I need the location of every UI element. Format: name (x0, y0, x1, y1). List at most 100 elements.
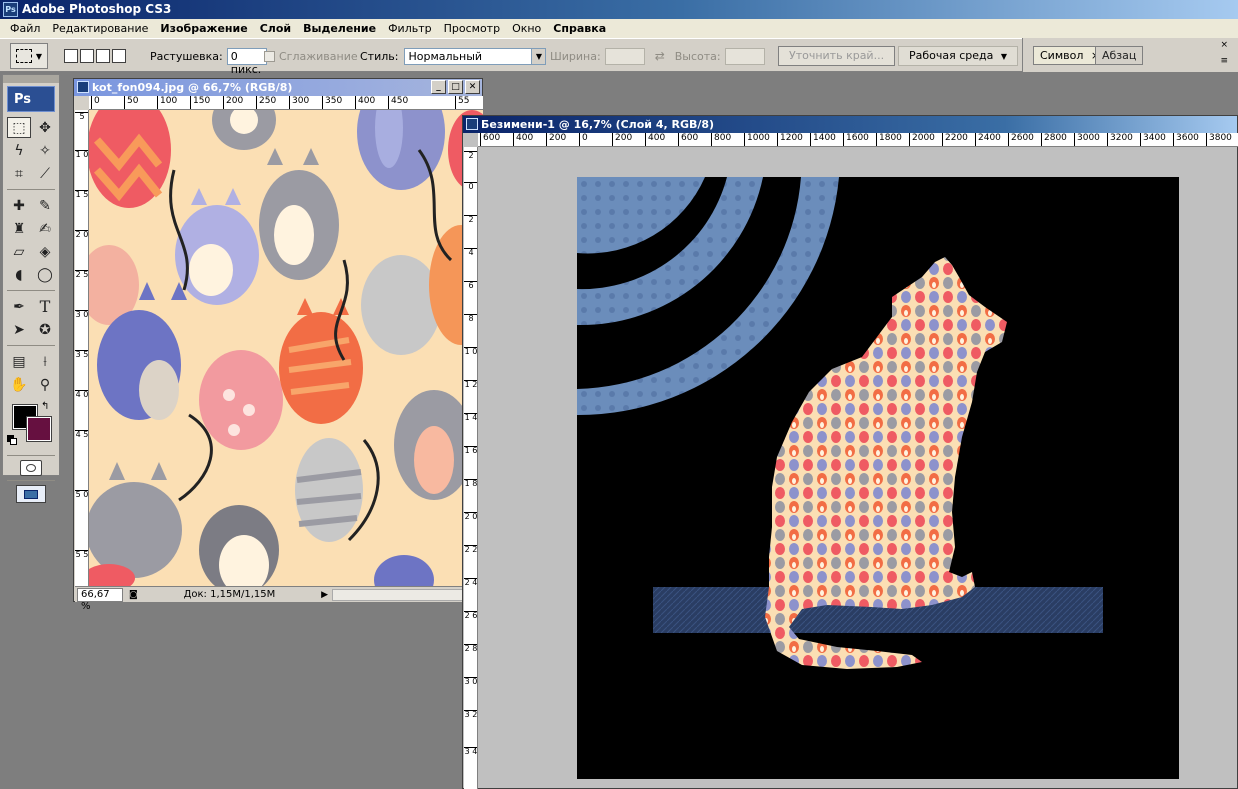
close-icon[interactable]: ✕ (465, 80, 480, 94)
ruler-label: 1200 (777, 133, 803, 146)
hand-tool-icon[interactable]: ✋ (7, 374, 31, 395)
ruler-label: 0 (579, 133, 588, 146)
ruler-label: 4 0 (75, 390, 89, 399)
blur-tool-icon[interactable]: ◖ (7, 264, 31, 285)
quick-mask-icon[interactable] (20, 460, 42, 476)
menu-help[interactable]: Справка (547, 22, 612, 35)
ruler-label: 1000 (744, 133, 770, 146)
composition-artwork (577, 177, 1103, 669)
ruler-label: 5 (75, 112, 88, 121)
toolbox-grip[interactable] (3, 75, 59, 83)
document-info: Док: 1,15M/1,15M (183, 589, 276, 600)
menu-edit[interactable]: Редактирование (46, 22, 154, 35)
status-menu-icon[interactable]: ◙ (129, 590, 138, 600)
brush-tool-icon[interactable]: ✎ (33, 195, 57, 216)
palette-menu-icon[interactable]: ≡ (1220, 56, 1228, 66)
horizontal-scrollbar[interactable] (332, 588, 482, 601)
close-palette-icon[interactable]: × (1220, 40, 1228, 50)
move-tool-icon[interactable]: ✥ (33, 117, 57, 138)
ruler-label: 5 5 (75, 550, 89, 559)
menu-bar: Файл Редактирование Изображение Слой Выд… (0, 19, 1238, 38)
refine-edge-button[interactable]: Уточнить край... (778, 46, 896, 66)
ruler-label: 400 (513, 133, 533, 146)
lasso-tool-icon[interactable]: ϟ (7, 140, 31, 161)
menu-select[interactable]: Выделение (297, 22, 382, 35)
ruler-label: 600 (678, 133, 698, 146)
subtract-selection-icon[interactable] (96, 49, 110, 63)
zoom-tool-icon[interactable]: ⚲ (33, 374, 57, 395)
feather-input[interactable]: 0 пикс. (226, 47, 267, 76)
shape-tool-icon[interactable]: ✪ (33, 319, 57, 340)
document-title: kot_fon094.jpg @ 66,7% (RGB/8) (92, 81, 293, 94)
app-title-bar: Ps Adobe Photoshop CS3 (0, 0, 1238, 19)
antialias-label: Сглаживание (279, 49, 358, 63)
ps-logo: Ps (7, 86, 55, 112)
menu-layer[interactable]: Слой (254, 22, 297, 35)
menu-file[interactable]: Файл (4, 22, 46, 35)
tool-separator (7, 455, 55, 456)
menu-image[interactable]: Изображение (154, 22, 253, 35)
pen-tool-icon[interactable]: ✒ (7, 296, 31, 317)
workspace-menu[interactable]: Рабочая среда ▼ (898, 46, 1019, 66)
document-icon (77, 81, 89, 93)
ruler-label: 2 0 (75, 230, 89, 239)
toolbox: Ps ⬚ ✥ ϟ ✧ ⌗ ⟋ ✚ ✎ ♜ ✍ ▱ ◈ ◖ ◯ ✒ T ➤ ✪ ▤… (2, 74, 60, 503)
options-bar: ▼ Растушевка: 0 пикс. Сглаживание Стиль:… (0, 38, 1022, 76)
document-status-bar: 66,67 % ◙ Док: 1,15M/1,15M ▶ (75, 586, 482, 612)
tab-paragraph[interactable]: Абзац (1095, 46, 1144, 65)
ruler-label: 3 5 (75, 350, 89, 359)
width-label: Ширина: (550, 49, 601, 63)
swap-dimensions-icon[interactable]: ⇄ (655, 49, 665, 63)
type-tool-icon[interactable]: T (33, 296, 57, 317)
add-selection-icon[interactable] (80, 49, 94, 63)
ruler-label: 3200 (1107, 133, 1133, 146)
width-input[interactable] (604, 47, 645, 65)
healing-brush-icon[interactable]: ✚ (7, 195, 31, 216)
style-select[interactable]: Нормальный ▼ (404, 47, 547, 65)
magic-wand-icon[interactable]: ✧ (33, 140, 57, 161)
ruler-label: 6 (464, 281, 477, 290)
maximize-icon[interactable]: □ (448, 80, 463, 94)
swap-colors-icon[interactable]: ↰ (41, 401, 49, 412)
minimize-icon[interactable]: _ (431, 80, 446, 94)
menu-view[interactable]: Просмотр (438, 22, 506, 35)
new-selection-icon[interactable] (64, 49, 78, 63)
document-title: Безимени-1 @ 16,7% (Слой 4, RGB/8) (481, 118, 715, 131)
background-color[interactable] (26, 416, 52, 442)
eyedropper-icon[interactable]: ⟊ (33, 351, 57, 372)
eraser-tool-icon[interactable]: ▱ (7, 241, 31, 262)
composition-canvas[interactable] (577, 177, 1179, 779)
app-title: Adobe Photoshop CS3 (22, 2, 172, 16)
dodge-tool-icon[interactable]: ◯ (33, 264, 57, 285)
zoom-field[interactable]: 66,67 % (77, 587, 123, 612)
ruler-label: 3 0 (75, 310, 89, 319)
marquee-tool-icon[interactable]: ⬚ (7, 117, 31, 138)
ruler-label: 3800 (1206, 133, 1232, 146)
rectangular-marquee-icon (15, 49, 32, 63)
paint-bucket-icon[interactable]: ◈ (33, 241, 57, 262)
ruler-label: 2 8 (464, 644, 478, 653)
ruler-label: 100 (157, 96, 177, 109)
status-arrow-icon[interactable]: ▶ (321, 590, 328, 600)
path-selection-icon[interactable]: ➤ (7, 319, 31, 340)
antialias-checkbox[interactable] (264, 50, 275, 62)
crop-tool-icon[interactable]: ⌗ (7, 163, 31, 184)
ruler-label: 3600 (1173, 133, 1199, 146)
menu-filter[interactable]: Фильтр (382, 22, 438, 35)
pattern-canvas[interactable] (89, 110, 483, 586)
clone-stamp-icon[interactable]: ♜ (7, 218, 31, 239)
menu-window[interactable]: Окно (506, 22, 547, 35)
intersect-selection-icon[interactable] (112, 49, 126, 63)
height-input[interactable] (724, 47, 765, 65)
chevron-down-icon: ▼ (531, 48, 546, 64)
style-select-value: Нормальный (408, 49, 483, 63)
tool-preset-picker[interactable]: ▼ (10, 43, 48, 69)
document-title-bar[interactable]: kot_fon094.jpg @ 66,7% (RGB/8) _ □ ✕ (74, 79, 482, 96)
notes-tool-icon[interactable]: ▤ (7, 351, 31, 372)
history-brush-icon[interactable]: ✍ (33, 218, 57, 239)
default-colors-icon[interactable] (7, 435, 17, 445)
screen-mode-icon[interactable] (16, 485, 46, 503)
ruler-label: 1 2 (464, 380, 478, 389)
document-title-bar[interactable]: Безимени-1 @ 16,7% (Слой 4, RGB/8) (463, 116, 1237, 133)
slice-tool-icon[interactable]: ⟋ (33, 163, 57, 184)
